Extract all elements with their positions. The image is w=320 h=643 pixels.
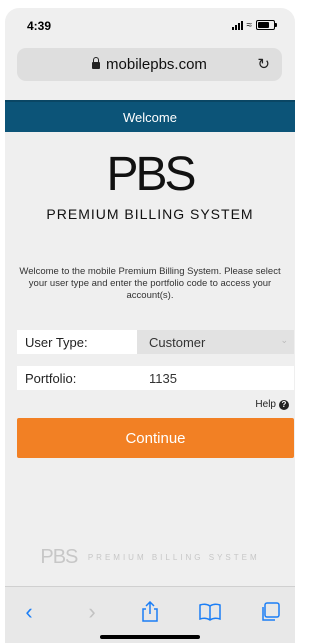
status-icons: ≈ [231, 19, 277, 31]
wifi-icon: ≈ [246, 19, 253, 31]
user-type-value: Customer [149, 334, 206, 350]
signal-icon [231, 20, 243, 30]
portfolio-value: 1135 [149, 370, 177, 386]
logo-mark: PBS [5, 148, 295, 202]
portfolio-input[interactable]: 1135 [137, 366, 294, 390]
help-link[interactable]: Help ? [255, 399, 289, 410]
user-type-row: User Type: Customer ⌄ [17, 330, 294, 354]
portfolio-label: Portfolio: [25, 370, 77, 386]
logo-text: PBS [106, 148, 196, 201]
battery-icon [256, 20, 277, 30]
continue-button[interactable]: Continue [17, 418, 294, 458]
status-bar: 4:39 ≈ [5, 8, 295, 40]
footer-logo: PBS PREMIUM BILLING SYSTEM [5, 546, 295, 569]
welcome-header: Welcome [5, 100, 295, 132]
lock-icon [92, 57, 101, 69]
footer-logo-text: PBS [40, 546, 78, 568]
footer-tagline: PREMIUM BILLING SYSTEM [87, 553, 260, 562]
logo-tagline: PREMIUM BILLING SYSTEM [46, 206, 254, 222]
url-domain: mobilepbs.com [106, 56, 207, 73]
help-label: Help [255, 399, 276, 410]
page-title: Welcome [123, 109, 177, 125]
user-type-select[interactable]: Customer ⌄ [137, 330, 294, 354]
tabs-icon[interactable] [255, 599, 285, 625]
intro-text: Welcome to the mobile Premium Billing Sy… [19, 266, 281, 301]
chevron-down-icon: ⌄ [280, 335, 288, 345]
address-bar[interactable]: mobilepbs.com ↻ [17, 48, 282, 81]
user-type-label: User Type: [25, 334, 88, 350]
share-icon[interactable] [135, 599, 165, 625]
continue-label: Continue [125, 429, 186, 447]
back-icon[interactable]: ‹ [14, 599, 44, 625]
status-time: 4:39 [27, 19, 52, 33]
portfolio-row: Portfolio: 1135 [17, 366, 294, 390]
pbs-logo: PBS PREMIUM BILLING SYSTEM [5, 148, 295, 222]
home-indicator [100, 635, 200, 639]
reload-icon[interactable]: ↻ [257, 55, 270, 73]
forward-icon[interactable]: › [77, 599, 107, 625]
bookmarks-icon[interactable] [195, 599, 225, 625]
phone-screen: 4:39 ≈ mobilepbs.com ↻ Welcome PBS PREMI… [5, 8, 295, 643]
question-icon: ? [279, 399, 289, 410]
